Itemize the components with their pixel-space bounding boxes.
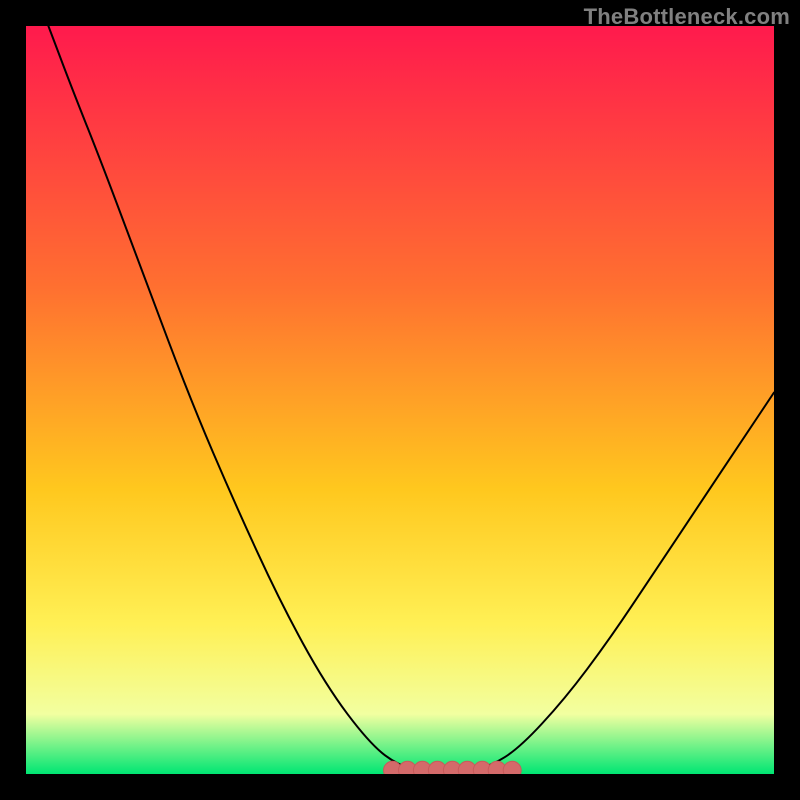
minimum-markers [384,761,522,774]
outer-frame: TheBottleneck.com [0,0,800,800]
bottleneck-chart [26,26,774,774]
gradient-background [26,26,774,774]
minimum-marker [503,761,521,774]
plot-area [26,26,774,774]
